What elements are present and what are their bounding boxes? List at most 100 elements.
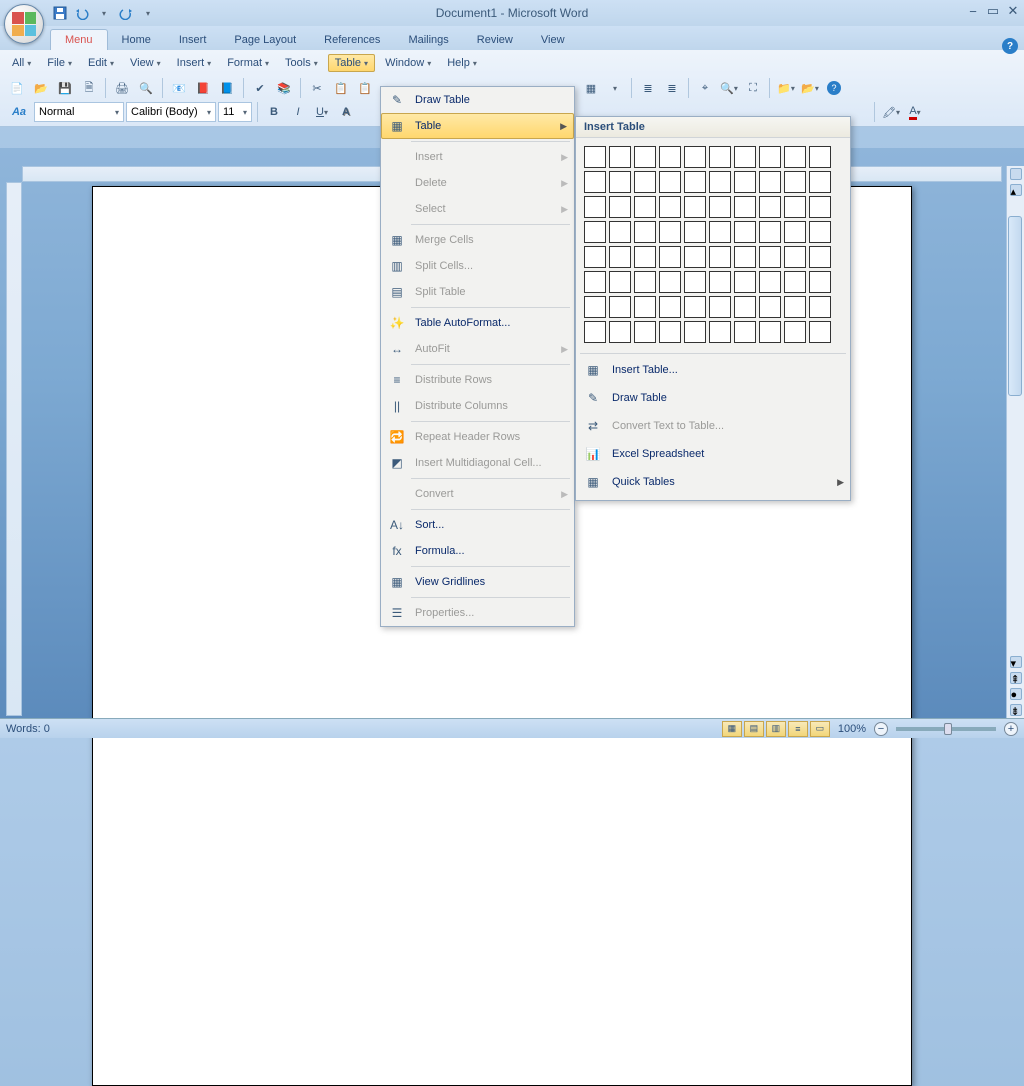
- grid-cell[interactable]: [609, 271, 631, 293]
- grid-cell[interactable]: [759, 246, 781, 268]
- grid-cell[interactable]: [784, 246, 806, 268]
- redo-icon[interactable]: [116, 3, 136, 23]
- copy-icon[interactable]: 📋: [330, 77, 352, 99]
- tab-review[interactable]: Review: [463, 30, 527, 50]
- grid-cell[interactable]: [759, 296, 781, 318]
- menu-insert[interactable]: Insert▾: [171, 54, 218, 72]
- tab-home[interactable]: Home: [108, 30, 165, 50]
- split-handle-icon[interactable]: [1010, 168, 1022, 180]
- grid-cell[interactable]: [784, 196, 806, 218]
- highlight-icon[interactable]: 🖍▾: [880, 101, 902, 123]
- grid-cell[interactable]: [634, 171, 656, 193]
- grid-cell[interactable]: [709, 321, 731, 343]
- scroll-thumb[interactable]: [1008, 216, 1022, 396]
- grid-cell[interactable]: [584, 146, 606, 168]
- grid-cell[interactable]: [634, 321, 656, 343]
- zoom-out-button[interactable]: −: [874, 722, 888, 736]
- grid-cell[interactable]: [609, 296, 631, 318]
- menu-format[interactable]: Format▾: [221, 54, 275, 72]
- tab-insert[interactable]: Insert: [165, 30, 221, 50]
- scroll-down-icon[interactable]: ▾: [1010, 656, 1022, 668]
- vertical-ruler[interactable]: [6, 182, 22, 716]
- grid-cell[interactable]: [784, 321, 806, 343]
- bold-button[interactable]: B: [263, 101, 285, 123]
- page-up-icon[interactable]: ⇞: [1010, 672, 1022, 684]
- font-selector[interactable]: Calibri (Body)▾: [126, 102, 216, 122]
- table-menu-item[interactable]: A↓Sort...: [381, 512, 574, 538]
- tab-menu[interactable]: Menu: [50, 29, 108, 50]
- tab-references[interactable]: References: [310, 30, 394, 50]
- qat-more-icon[interactable]: ▾: [138, 3, 158, 23]
- grid-cell[interactable]: [659, 171, 681, 193]
- tab-page-layout[interactable]: Page Layout: [220, 30, 310, 50]
- browse-object-icon[interactable]: ●: [1010, 688, 1022, 700]
- italic-button[interactable]: I: [287, 101, 309, 123]
- shadow-button[interactable]: A: [335, 101, 357, 123]
- zoom-slider[interactable]: [896, 727, 996, 731]
- grid-cell[interactable]: [809, 221, 831, 243]
- grid-cell[interactable]: [609, 196, 631, 218]
- grid-cell[interactable]: [584, 246, 606, 268]
- help-icon[interactable]: ?: [823, 77, 845, 99]
- grid-cell[interactable]: [709, 171, 731, 193]
- help-button[interactable]: ?: [1002, 38, 1018, 54]
- grid-cell[interactable]: [734, 196, 756, 218]
- print-icon[interactable]: 🖨: [111, 77, 133, 99]
- grid-cell[interactable]: [734, 146, 756, 168]
- fullwidth-icon[interactable]: ⛶: [742, 77, 764, 99]
- grid-cell[interactable]: [734, 271, 756, 293]
- columns-icon[interactable]: ▦: [580, 77, 602, 99]
- office-button[interactable]: [4, 4, 44, 44]
- table-submenu-item[interactable]: 📊Excel Spreadsheet: [576, 440, 850, 468]
- book2-icon[interactable]: 📘: [216, 77, 238, 99]
- table-submenu-item[interactable]: ✎Draw Table: [576, 384, 850, 412]
- grid-cell[interactable]: [609, 221, 631, 243]
- menu-window[interactable]: Window▾: [379, 54, 437, 72]
- grid-cell[interactable]: [759, 221, 781, 243]
- grid-cell[interactable]: [584, 221, 606, 243]
- grid-cell[interactable]: [734, 221, 756, 243]
- mail-icon[interactable]: 📧: [168, 77, 190, 99]
- grid-cell[interactable]: [784, 171, 806, 193]
- grid-cell[interactable]: [609, 246, 631, 268]
- grid-cell[interactable]: [609, 321, 631, 343]
- table-grid-picker[interactable]: [576, 138, 850, 351]
- grid-cell[interactable]: [784, 146, 806, 168]
- grid-cell[interactable]: [809, 321, 831, 343]
- grid-cell[interactable]: [584, 196, 606, 218]
- font-size-selector[interactable]: 11▾: [218, 102, 252, 122]
- undo-icon[interactable]: [72, 3, 92, 23]
- grid-cell[interactable]: [759, 146, 781, 168]
- grid-cell[interactable]: [784, 271, 806, 293]
- grid-cell[interactable]: [659, 321, 681, 343]
- grid-cell[interactable]: [809, 246, 831, 268]
- select-objects-icon[interactable]: ⌖: [694, 77, 716, 99]
- new-icon[interactable]: 📄: [6, 77, 28, 99]
- draft-view-icon[interactable]: ▭: [810, 721, 830, 737]
- grid-cell[interactable]: [584, 171, 606, 193]
- grid-cell[interactable]: [684, 146, 706, 168]
- web-layout-view-icon[interactable]: ▥: [766, 721, 786, 737]
- underline-button[interactable]: U▾: [311, 101, 333, 123]
- restore-button[interactable]: ▭: [986, 4, 1000, 18]
- tab-mailings[interactable]: Mailings: [394, 30, 462, 50]
- grid-cell[interactable]: [709, 196, 731, 218]
- scroll-up-icon[interactable]: ▴: [1010, 184, 1022, 196]
- grid-cell[interactable]: [584, 271, 606, 293]
- tab-view[interactable]: View: [527, 30, 579, 50]
- grid-cell[interactable]: [584, 296, 606, 318]
- grid-cell[interactable]: [684, 196, 706, 218]
- grid-cell[interactable]: [659, 196, 681, 218]
- grid-cell[interactable]: [759, 171, 781, 193]
- grid-cell[interactable]: [809, 171, 831, 193]
- grid-cell[interactable]: [634, 146, 656, 168]
- grid-cell[interactable]: [634, 271, 656, 293]
- menu-edit[interactable]: Edit▾: [82, 54, 120, 72]
- grid-cell[interactable]: [759, 196, 781, 218]
- grid-cell[interactable]: [659, 296, 681, 318]
- grid-cell[interactable]: [734, 321, 756, 343]
- grid-cell[interactable]: [734, 246, 756, 268]
- table-menu-item[interactable]: ✎Draw Table: [381, 87, 574, 113]
- table-menu-item[interactable]: ▦Table▶: [381, 113, 574, 139]
- spellcheck-icon[interactable]: ✔: [249, 77, 271, 99]
